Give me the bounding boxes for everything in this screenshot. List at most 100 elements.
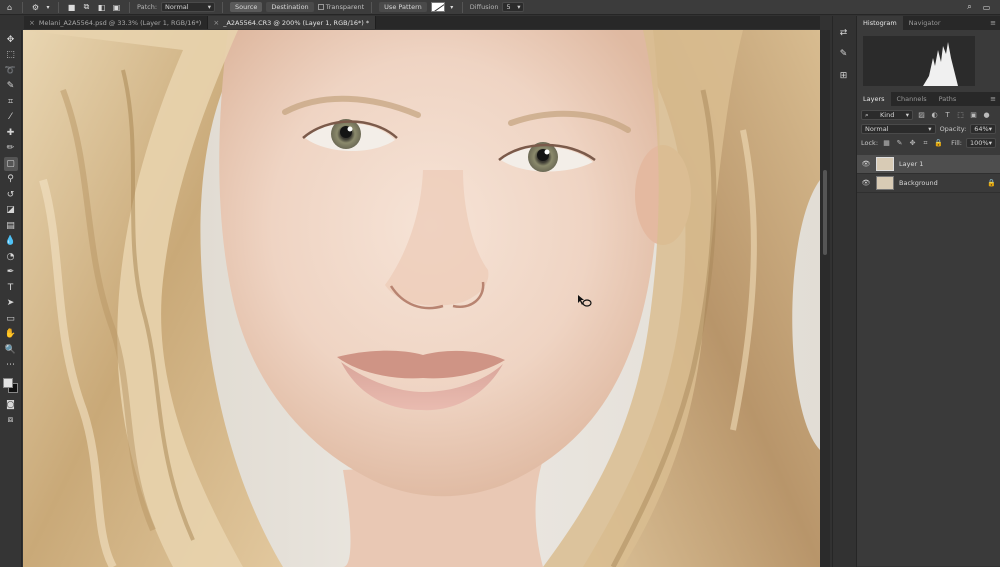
use-pattern-button[interactable]: Use Pattern [379,2,427,12]
layer-row-layer-1[interactable]: 👁 Layer 1 [857,155,1000,174]
quick-select-icon[interactable]: ✎ [4,80,18,94]
history-panel-icon[interactable]: ⇄ [837,26,851,40]
transparent-checkbox[interactable]: Transparent [317,3,365,11]
tab-channels[interactable]: Channels [891,92,933,106]
tab-cr3[interactable]: × _A2A5564.CR3 @ 200% (Layer 1, RGB/16*)… [208,16,377,29]
brush-icon[interactable]: ✏ [4,142,18,156]
blur-icon[interactable]: 💧 [4,235,18,249]
diffusion-label: Diffusion [469,3,499,11]
opacity-input[interactable]: 64% ▾ [970,124,996,134]
layer-filter-row: ⌕ Kind ▾ ▨ ◐ T ⬚ ▣ ● [857,106,1000,122]
tools-panel: ✥ ⬚ ➰ ✎ ⌗ ⁄ ✚ ✏ ▢ ⚲ ↺ ◪ ▤ 💧 ◔ ✒ T ➤ ▭ ✋ … [0,30,22,567]
vertical-scrollbar[interactable] [820,30,830,567]
zoom-icon[interactable]: 🔍 [4,343,18,357]
smart-object-filter-icon[interactable]: ▣ [969,111,978,120]
visibility-eye-icon[interactable]: 👁 [861,160,871,168]
panel-menu-icon[interactable]: ≡ [990,19,996,27]
quick-mask-icon[interactable]: ◙ [4,398,18,412]
hand-icon[interactable]: ✋ [4,328,18,342]
brush-settings-icon[interactable]: ✎ [837,48,851,62]
close-icon[interactable]: × [29,19,35,27]
lock-artboard-icon[interactable]: ⌗ [921,139,930,148]
lock-pixels-icon[interactable]: ▦ [882,139,891,148]
filter-toggle-icon[interactable]: ● [982,111,991,120]
filter-kind-select[interactable]: ⌕ Kind ▾ [861,110,913,120]
search-icon: ⌕ [865,110,869,119]
divider [222,1,224,13]
screen-mode-icon[interactable]: ⧈ [4,414,18,428]
lock-position-icon[interactable]: ✥ [908,139,917,148]
chevron-down-icon: ▾ [207,3,212,11]
patch-icon[interactable]: ▢ [3,157,18,171]
destination-button[interactable]: Destination [266,2,314,12]
blend-row: Normal ▾ Opacity: 64% ▾ [857,122,1000,136]
scroll-thumb[interactable] [823,170,827,255]
lock-paint-icon[interactable]: ✎ [895,139,904,148]
opacity-value: 64% [974,125,989,133]
tab-layers[interactable]: Layers [857,92,891,106]
eyedropper-icon[interactable]: ⁄ [4,111,18,125]
adjustment-filter-icon[interactable]: ◐ [930,111,939,120]
patch-mode-select[interactable]: Normal ▾ [161,2,216,12]
type-filter-icon[interactable]: T [943,111,952,120]
path-select-icon[interactable]: ➤ [4,297,18,311]
blend-mode-select[interactable]: Normal ▾ [861,124,936,134]
eraser-icon[interactable]: ◪ [4,204,18,218]
divider [22,1,23,13]
pattern-swatch[interactable] [430,2,445,12]
new-selection-icon[interactable]: ■ [66,2,77,13]
chevron-down-icon[interactable]: ▾ [449,2,455,13]
type-icon[interactable]: T [4,281,18,295]
tab-title: _A2A5564.CR3 @ 200% (Layer 1, RGB/16*) * [223,18,370,27]
subtract-selection-icon[interactable]: ◧ [96,2,107,13]
search-icon[interactable]: ⌕ [964,2,975,13]
dodge-icon[interactable]: ◔ [4,250,18,264]
intersect-selection-icon[interactable]: ▣ [111,2,122,13]
lock-row: Lock: ▦ ✎ ✥ ⌗ 🔒 Fill: 100% ▾ [857,136,1000,150]
layer-row-background[interactable]: 👁 Background 🔒 [857,174,1000,193]
histogram-plot [923,42,958,86]
move-icon[interactable]: ✥ [4,33,18,47]
lasso-icon[interactable]: ➰ [4,64,18,78]
source-button[interactable]: Source [230,2,263,12]
chevron-down-icon[interactable]: ▾ [45,2,51,13]
visibility-eye-icon[interactable]: 👁 [861,179,871,187]
fill-input[interactable]: 100% ▾ [966,138,996,148]
diffusion-input[interactable]: 5 ▾ [502,2,525,12]
spot-heal-icon[interactable]: ✚ [4,126,18,140]
divider [371,1,373,13]
pixel-filter-icon[interactable]: ▨ [917,111,926,120]
foreground-color-swatch[interactable] [2,378,13,388]
pen-icon[interactable]: ✒ [4,266,18,280]
more-tools-icon[interactable]: ⋯ [4,359,18,373]
document-canvas[interactable] [23,30,820,567]
properties-icon[interactable]: ⊞ [837,69,851,83]
gradient-icon[interactable]: ▤ [4,219,18,233]
chevron-down-icon: ▾ [905,111,909,119]
close-icon[interactable]: × [213,19,219,27]
chevron-down-icon: ▾ [988,139,992,147]
lock-all-icon[interactable]: 🔒 [934,139,943,148]
crop-icon[interactable]: ⌗ [4,95,18,109]
rectangle-icon[interactable]: ▭ [4,312,18,326]
clone-stamp-icon[interactable]: ⚲ [4,173,18,187]
history-brush-icon[interactable]: ↺ [4,188,18,202]
add-selection-icon[interactable]: ⧉ [81,2,92,13]
tab-histogram[interactable]: Histogram [857,16,903,30]
tab-paths[interactable]: Paths [933,92,963,106]
histogram-panel [857,30,1000,92]
panel-menu-icon[interactable]: ≡ [990,95,996,103]
layers-panel: ⌕ Kind ▾ ▨ ◐ T ⬚ ▣ ● Normal ▾ Opacity: 6… [857,106,1000,566]
transparent-label: Transparent [325,3,365,11]
diffusion-value: 5 [506,3,511,11]
tab-navigator[interactable]: Navigator [903,16,947,30]
layers-tabs: Layers Channels Paths ≡ [857,92,1000,106]
tab-title: Melani_A2A5564.psd @ 33.3% (Layer 1, RGB… [38,18,202,27]
color-swatches[interactable] [2,378,19,394]
shape-filter-icon[interactable]: ⬚ [956,111,965,120]
workspace-icon[interactable]: ▭ [981,2,992,13]
marquee-icon[interactable]: ⬚ [4,49,18,63]
home-icon[interactable]: ⌂ [4,2,15,13]
patch-tool-preset-icon[interactable]: ⚙ [30,2,41,13]
tab-melani-psd[interactable]: × Melani_A2A5564.psd @ 33.3% (Layer 1, R… [24,16,209,29]
